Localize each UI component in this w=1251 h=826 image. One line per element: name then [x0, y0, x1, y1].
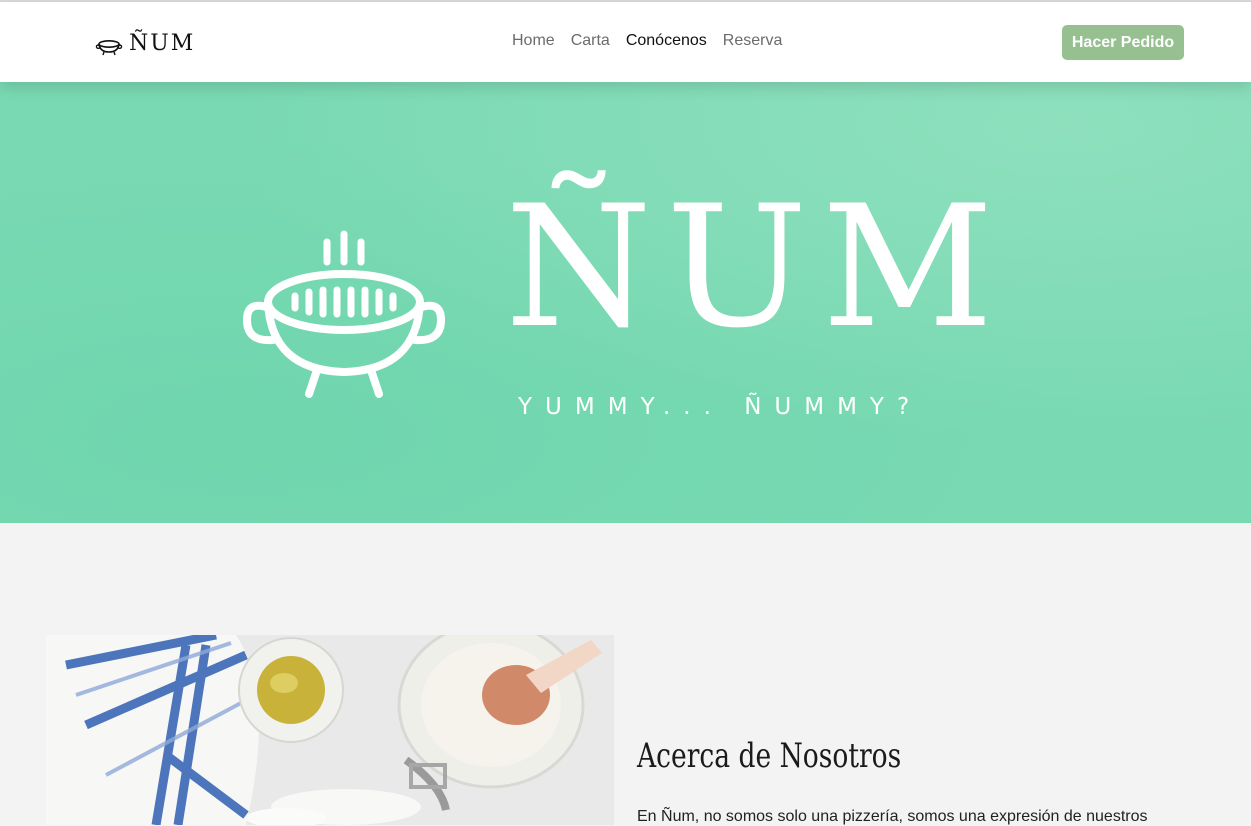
about-image [46, 635, 614, 825]
about-text: En Ñum, no somos solo una pizzería, somo… [637, 808, 1148, 825]
navbar: ÑUM Home Carta Conócenos Reserva Hacer P… [0, 2, 1251, 82]
nav-link-carta[interactable]: Carta [571, 32, 610, 50]
order-button[interactable]: Hacer Pedido [1062, 25, 1184, 60]
main-nav: Home Carta Conócenos Reserva [512, 32, 782, 50]
nav-link-home[interactable]: Home [512, 32, 555, 50]
pot-icon [243, 230, 445, 398]
hero-title: ÑUM [505, 169, 1008, 365]
hero-banner: ÑUM YUMMY... ÑUMMY? [0, 82, 1251, 523]
nav-link-reserva[interactable]: Reserva [723, 32, 783, 50]
brand-logo-link[interactable]: ÑUM [95, 26, 195, 60]
pot-icon [95, 40, 123, 56]
hero-tagline: YUMMY... ÑUMMY? [518, 394, 923, 420]
nav-link-conocenos[interactable]: Conócenos [626, 32, 707, 50]
brand-name: ÑUM [129, 30, 196, 56]
about-title: Acerca de Nosotros [637, 736, 902, 776]
